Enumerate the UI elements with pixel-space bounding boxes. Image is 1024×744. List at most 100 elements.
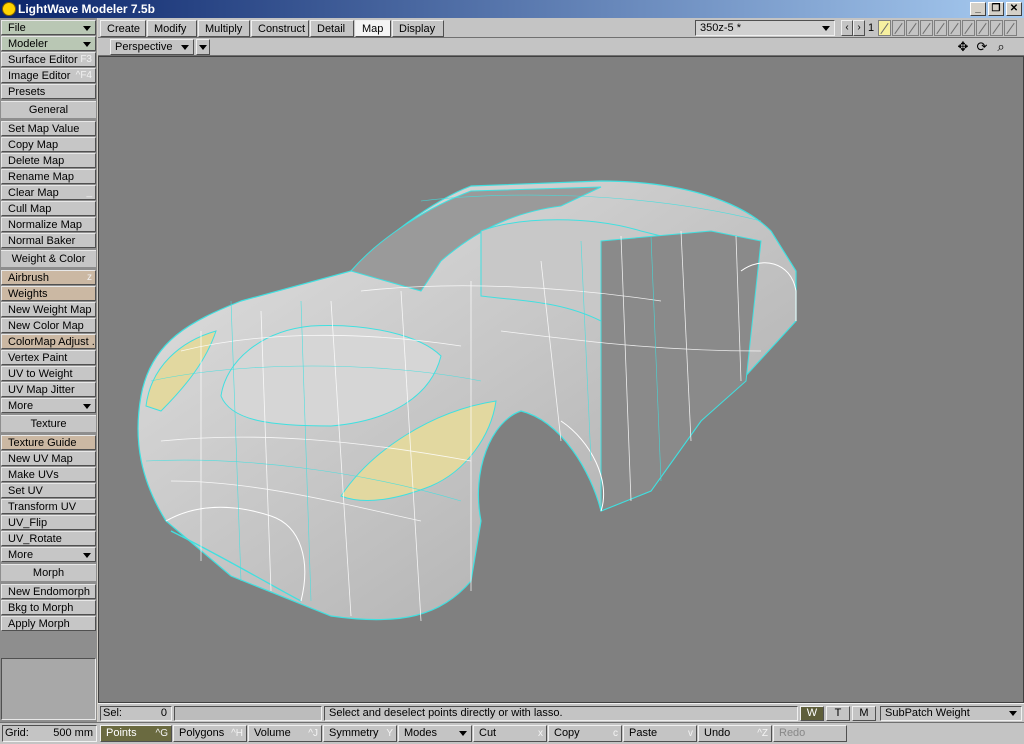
sidebar-item-label: Rename Map bbox=[8, 171, 75, 183]
texture-map-toggle[interactable]: T bbox=[826, 706, 850, 721]
tab-construct[interactable]: Construct bbox=[251, 20, 309, 37]
sidebar-item-clear-map[interactable]: Clear Map _ bbox=[1, 185, 96, 200]
chevron-down-icon bbox=[459, 731, 467, 736]
layer-slot[interactable] bbox=[990, 20, 1003, 36]
sidebar-item-weights[interactable]: Weights bbox=[1, 286, 96, 301]
sidebar-item-label: Surface Editor bbox=[8, 54, 78, 66]
sidebar-item-label: UV_Flip bbox=[8, 517, 48, 529]
sidebar-item-label: New Weight Map bbox=[8, 304, 92, 316]
sidebar-item-new-weight-map[interactable]: New Weight Map bbox=[1, 302, 96, 317]
move-view-icon[interactable]: ✥ bbox=[954, 39, 972, 55]
sidebar-item-normal-baker[interactable]: Normal Baker bbox=[1, 233, 96, 248]
sidebar-item-modeler[interactable]: Modeler bbox=[1, 36, 96, 51]
sidebar-item-new-uv-map[interactable]: New UV Map bbox=[1, 451, 96, 466]
prev-layer-button[interactable]: ‹ bbox=[841, 20, 853, 36]
morph-map-toggle[interactable]: M bbox=[852, 706, 876, 721]
sidebar-item-label: Set UV bbox=[8, 485, 43, 497]
next-layer-button[interactable]: › bbox=[853, 20, 865, 36]
copy-button[interactable]: Copy c bbox=[548, 725, 622, 742]
tab-create[interactable]: Create bbox=[100, 20, 146, 37]
layer-slot[interactable] bbox=[906, 20, 919, 36]
modeler-window: LightWave Modeler 7.5b _ ❐ ✕ File Modele… bbox=[0, 0, 1024, 744]
minimize-button[interactable]: _ bbox=[970, 2, 986, 16]
tab-detail[interactable]: Detail bbox=[310, 20, 354, 37]
sidebar-item-label: Cull Map bbox=[8, 203, 52, 215]
redo-button[interactable]: Redo bbox=[773, 725, 847, 742]
layer-slot[interactable] bbox=[892, 20, 905, 36]
mode-label: Symmetry bbox=[329, 727, 379, 739]
sidebar-item-label: UV to Weight bbox=[8, 368, 73, 380]
undo-button[interactable]: Undo ^Z bbox=[698, 725, 772, 742]
sidebar-item-vertex-paint[interactable]: Vertex Paint bbox=[1, 350, 96, 365]
sidebar-item-uv-map-jitter[interactable]: UV Map Jitter bbox=[1, 382, 96, 397]
edit-label: Redo bbox=[779, 727, 806, 739]
tab-map[interactable]: Map bbox=[355, 20, 391, 37]
sidebar-item-texture-guide[interactable]: Texture Guide bbox=[1, 435, 96, 450]
zoom-view-icon[interactable]: ⌕ bbox=[992, 39, 1010, 55]
section-header-weight-color: Weight & Color bbox=[1, 250, 96, 267]
sidebar-item-uv-rotate[interactable]: UV_Rotate bbox=[1, 531, 96, 546]
layer-slot[interactable] bbox=[948, 20, 961, 36]
sidebar-item-delete-map[interactable]: Delete Map bbox=[1, 153, 96, 168]
layer-slot[interactable] bbox=[962, 20, 975, 36]
sidebar-item-uv-to-weight[interactable]: UV to Weight bbox=[1, 366, 96, 381]
sidebar-item-set-map-value[interactable]: Set Map Value bbox=[1, 121, 96, 136]
sidebar-item-uv-flip[interactable]: UV_Flip bbox=[1, 515, 96, 530]
tab-multiply[interactable]: Multiply bbox=[198, 20, 250, 37]
perspective-viewport[interactable] bbox=[98, 56, 1024, 703]
sidebar-item-more[interactable]: More bbox=[1, 398, 96, 413]
layer-slot[interactable] bbox=[920, 20, 933, 36]
sidebar-item-surface-editor[interactable]: Surface Editor F3 bbox=[1, 52, 96, 67]
weight-map-toggle[interactable]: W bbox=[800, 706, 824, 721]
sidebar-item-airbrush[interactable]: Airbrush z bbox=[1, 270, 96, 285]
mode-polygons-button[interactable]: Polygons ^H bbox=[173, 725, 247, 742]
sidebar-item-transform-uv[interactable]: Transform UV bbox=[1, 499, 96, 514]
tab-modify[interactable]: Modify bbox=[147, 20, 197, 37]
sidebar-item-new-color-map[interactable]: New Color Map bbox=[1, 318, 96, 333]
mode-symmetry-button[interactable]: Symmetry Y bbox=[323, 725, 397, 742]
sidebar-item-image-editor[interactable]: Image Editor ^F4 bbox=[1, 68, 96, 83]
sidebar-item-colormap-adjust[interactable]: ColorMap Adjust ... bbox=[1, 334, 96, 349]
sidebar-item-bkg-to-morph[interactable]: Bkg to Morph bbox=[1, 600, 96, 615]
window-title: LightWave Modeler 7.5b bbox=[18, 2, 155, 16]
mode-volume-button[interactable]: Volume ^J bbox=[248, 725, 322, 742]
sidebar-item-presets[interactable]: Presets bbox=[1, 84, 96, 99]
sidebar-item-set-uv[interactable]: Set UV bbox=[1, 483, 96, 498]
view-type-dropdown[interactable]: Perspective bbox=[110, 39, 194, 55]
layer-slot[interactable] bbox=[1004, 20, 1017, 36]
sidebar-item-make-uvs[interactable]: Make UVs bbox=[1, 467, 96, 482]
sidebar-item-file[interactable]: File bbox=[1, 20, 96, 35]
close-button[interactable]: ✕ bbox=[1006, 2, 1022, 16]
sidebar-item-label: More bbox=[8, 400, 34, 412]
vertex-map-label: SubPatch Weight bbox=[885, 707, 970, 719]
shortcut-key: ^G bbox=[155, 728, 168, 739]
viewport-header: Perspective ✥ ⟳ ⌕ bbox=[98, 38, 1024, 56]
view-options-dropdown[interactable] bbox=[196, 39, 210, 55]
edit-label: Paste bbox=[629, 727, 658, 739]
sidebar-item-label: Texture Guide bbox=[8, 437, 77, 449]
vertex-map-dropdown[interactable]: SubPatch Weight bbox=[880, 706, 1022, 721]
sidebar-item-cull-map[interactable]: Cull Map bbox=[1, 201, 96, 216]
tab-display[interactable]: Display bbox=[392, 20, 444, 37]
sidebar-item-new-endomorph[interactable]: New Endomorph bbox=[1, 584, 96, 599]
chevron-down-icon bbox=[83, 26, 91, 31]
edit-label: Copy bbox=[554, 727, 580, 739]
layer-slot[interactable] bbox=[878, 20, 891, 36]
mode-modes-button[interactable]: Modes bbox=[398, 725, 472, 742]
mode-points-button[interactable]: Points ^G bbox=[100, 725, 172, 742]
sidebar-item-normalize-map[interactable]: Normalize Map bbox=[1, 217, 96, 232]
sidebar-item-copy-map[interactable]: Copy Map bbox=[1, 137, 96, 152]
shortcut-key: ^F4 bbox=[75, 70, 92, 81]
restore-button[interactable]: ❐ bbox=[988, 2, 1004, 16]
sidebar-item-rename-map[interactable]: Rename Map bbox=[1, 169, 96, 184]
layer-slot[interactable] bbox=[934, 20, 947, 36]
sidebar-item-more[interactable]: More bbox=[1, 547, 96, 562]
paste-button[interactable]: Paste v bbox=[623, 725, 697, 742]
object-layer-dropdown[interactable]: 350z-5 * bbox=[695, 20, 835, 36]
layer-slot[interactable] bbox=[976, 20, 989, 36]
rotate-view-icon[interactable]: ⟳ bbox=[973, 39, 991, 55]
mode-label: Modes bbox=[404, 727, 438, 739]
sidebar-item-label: New Color Map bbox=[8, 320, 84, 332]
cut-button[interactable]: Cut x bbox=[473, 725, 547, 742]
sidebar-item-apply-morph[interactable]: Apply Morph bbox=[1, 616, 96, 631]
